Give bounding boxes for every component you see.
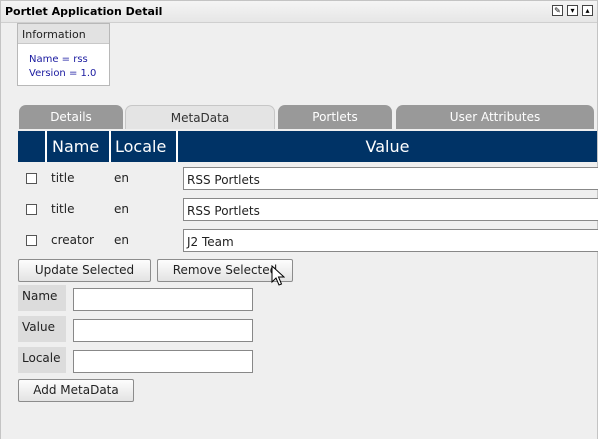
select-column-header — [18, 131, 47, 162]
locale-label: Locale — [18, 347, 66, 373]
value-field[interactable] — [73, 319, 253, 342]
locale-field[interactable] — [73, 350, 253, 373]
tab-portlets[interactable]: Portlets — [278, 105, 392, 129]
row-name: title — [51, 202, 75, 216]
tab-details[interactable]: Details — [19, 105, 123, 129]
add-metadata-button[interactable]: Add MetaData — [18, 379, 134, 402]
row-value-input[interactable]: J2 Team — [183, 229, 598, 252]
info-version: Version = 1.0 — [29, 68, 97, 79]
value-column-header: Value — [365, 137, 410, 156]
row-select-checkbox[interactable] — [26, 235, 37, 246]
name-field[interactable] — [73, 288, 253, 311]
name-column-header: Name — [47, 131, 111, 162]
row-value-input[interactable]: RSS Portlets — [183, 167, 598, 190]
row-name: creator — [51, 233, 94, 247]
portlet-titlebar: Portlet Application Detail ✎ ▾ ▴ — [1, 1, 597, 23]
row-select-checkbox[interactable] — [26, 204, 37, 215]
row-locale: en — [114, 233, 129, 247]
value-label: Value — [18, 316, 66, 342]
row-select-checkbox[interactable] — [26, 173, 37, 184]
portlet-content: Information Name = rss Version = 1.0 Det… — [1, 23, 598, 439]
locale-column-header: Locale — [111, 131, 178, 162]
row-value-input[interactable]: RSS Portlets — [183, 198, 598, 221]
metadata-table-header: Name Locale Value — [18, 131, 597, 162]
mouse-pointer-icon — [271, 265, 285, 286]
portlet-title: Portlet Application Detail — [5, 5, 163, 18]
maximize-icon[interactable]: ▴ — [582, 5, 593, 16]
table-row: creator en J2 Team — [18, 226, 598, 257]
table-row: title en RSS Portlets — [18, 195, 598, 226]
information-box: Information Name = rss Version = 1.0 — [17, 23, 110, 86]
tab-user-attributes[interactable]: User Attributes — [396, 105, 594, 129]
edit-icon[interactable]: ✎ — [552, 5, 563, 16]
info-name: Name = rss — [29, 54, 88, 65]
tab-metadata[interactable]: MetaData — [125, 105, 275, 129]
portlet-window: Portlet Application Detail ✎ ▾ ▴ Informa… — [0, 0, 598, 439]
row-locale: en — [114, 171, 129, 185]
table-row: title en RSS Portlets — [18, 164, 598, 195]
name-label: Name — [18, 285, 66, 311]
information-header: Information — [18, 24, 109, 44]
minimize-icon[interactable]: ▾ — [567, 5, 578, 16]
row-locale: en — [114, 202, 129, 216]
update-selected-button[interactable]: Update Selected — [18, 259, 151, 282]
row-name: title — [51, 171, 75, 185]
